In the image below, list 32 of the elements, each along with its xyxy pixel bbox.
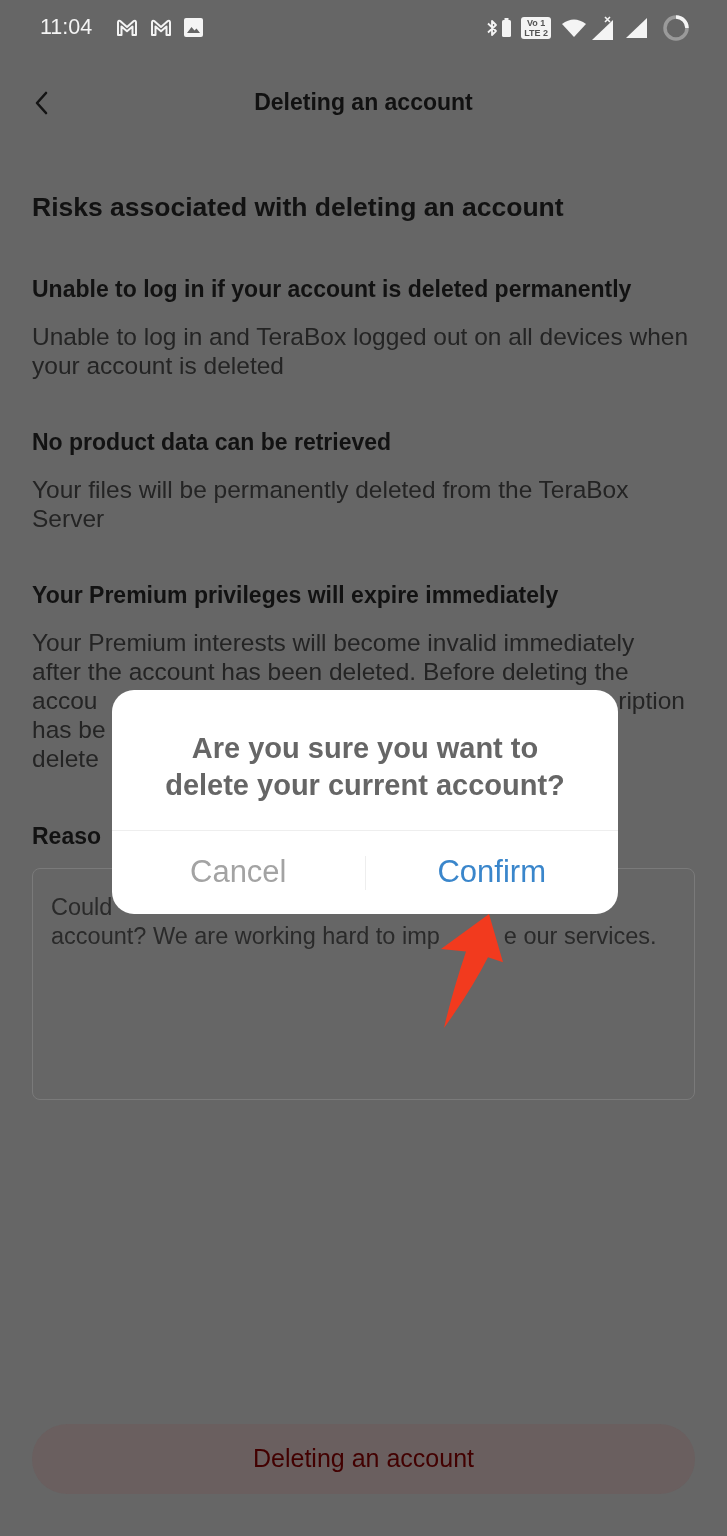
image-icon	[184, 18, 204, 37]
delete-account-button[interactable]: Deleting an account	[32, 1424, 695, 1494]
placeholder-text: Could	[51, 894, 113, 920]
risk-description: Unable to log in and TeraBox logged out on all devices when your account is deleted	[32, 322, 690, 380]
pointer-arrow-icon	[440, 914, 503, 1028]
risk-description: ription	[618, 686, 685, 715]
network-label: Vo 1	[526, 17, 546, 28]
risk-title: Unable to log in if your account is deleted permanently	[32, 275, 633, 304]
battery-icon	[502, 18, 512, 37]
risk-description: accou	[32, 686, 98, 715]
mail-icon	[116, 18, 139, 37]
risk-title: Your Premium privileges will expire immediately	[32, 581, 560, 610]
section-heading: Risks associated with deleting an account	[32, 191, 565, 224]
status-time: 11:04	[40, 14, 93, 42]
risk-description: Your Premium interests will become invalid immediately	[32, 628, 635, 657]
risk-description: has be	[32, 715, 106, 744]
risk-title: No product data can be retrieved	[32, 428, 393, 457]
page-title: Deleting an account	[254, 88, 473, 118]
risk-description: Your files will be permanently deleted from the TeraBox Server	[32, 475, 630, 533]
back-icon[interactable]	[34, 90, 48, 115]
wifi-icon	[561, 17, 587, 38]
network-label: LTE 2	[524, 27, 548, 38]
placeholder-text: account? We are working hard to imp	[51, 923, 440, 949]
placeholder-text: e our services.	[503, 923, 657, 949]
mail-icon	[150, 18, 173, 37]
bluetooth-icon	[486, 17, 499, 38]
risk-description: after the account has been deleted. Before deleting the	[32, 657, 629, 686]
signal-icon	[625, 17, 647, 38]
field-label: Reaso	[32, 822, 103, 851]
risk-description: delete	[32, 744, 99, 773]
ring-icon	[663, 14, 689, 41]
dialog-message: Are you sure you want to delete your current account?	[164, 731, 566, 803]
